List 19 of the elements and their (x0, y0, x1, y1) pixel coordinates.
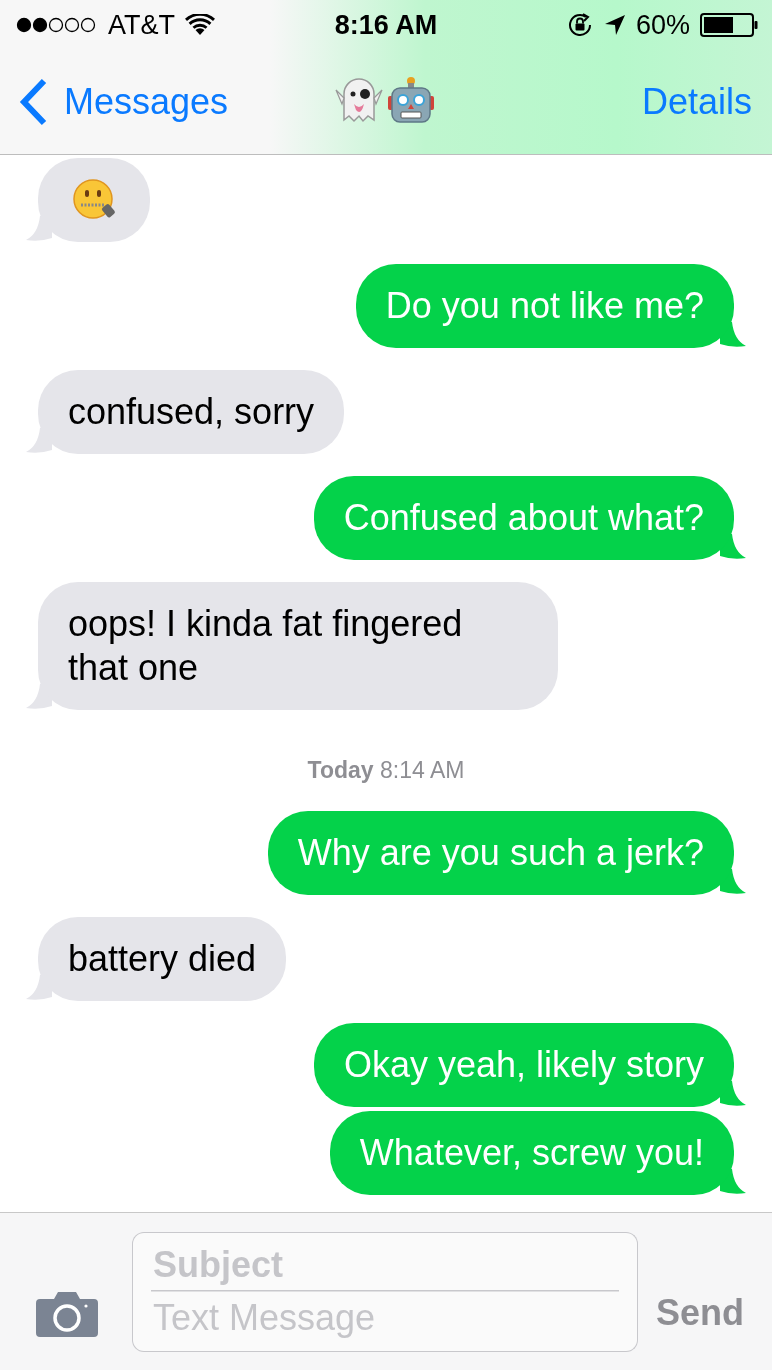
bubble-tail (720, 534, 746, 560)
clock-time: 8:16 AM (334, 9, 438, 41)
carrier-name: AT&T (108, 9, 175, 41)
location-arrow-icon (603, 14, 626, 36)
back-button[interactable]: Messages (18, 78, 229, 126)
bubble-tail (720, 322, 746, 348)
battery-icon (700, 13, 758, 37)
wifi-icon (185, 14, 215, 36)
timestamp: Today 8:14 AM (307, 757, 465, 784)
camera-icon[interactable] (36, 1290, 98, 1337)
ghost-icon (334, 76, 384, 124)
bubble-tail (720, 869, 746, 895)
bubble-tail (720, 1169, 746, 1195)
robot-icon (388, 76, 434, 124)
battery-percentage: 60% (635, 9, 690, 41)
chevron-icon (18, 78, 48, 126)
bubble-tail (720, 1081, 746, 1107)
signal-icon (16, 17, 98, 33)
details-button[interactable]: Details (641, 81, 752, 123)
